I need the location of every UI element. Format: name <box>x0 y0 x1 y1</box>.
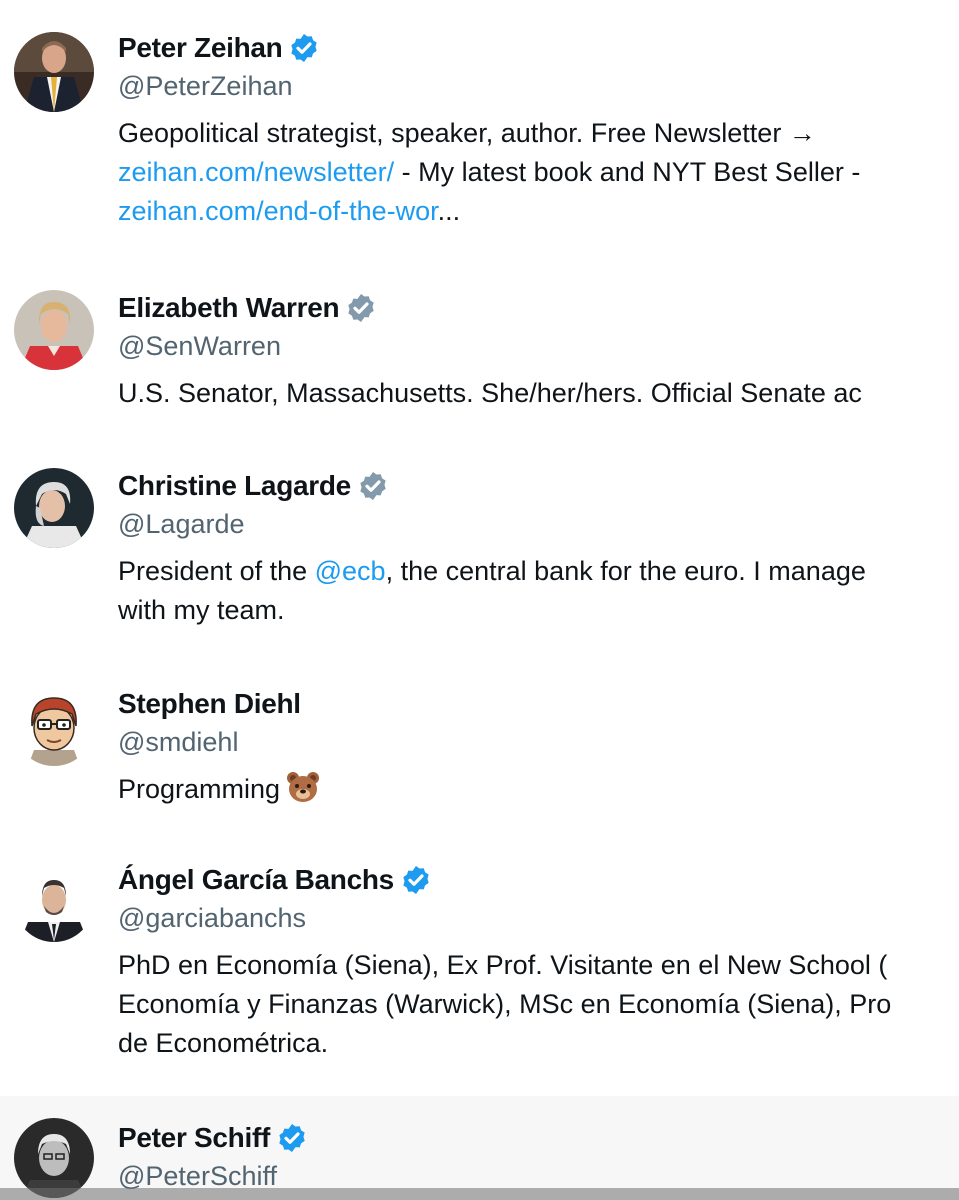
bio-text: Geopolitical strategist, speaker, author… <box>118 118 816 148</box>
bio-line: zeihan.com/newsletter/ - My latest book … <box>118 153 959 192</box>
user-cell[interactable]: Stephen Diehl @smdiehl Programming <box>0 684 959 819</box>
user-bio: U.S. Senator, Massachusetts. She/her/her… <box>118 374 959 413</box>
bio-link[interactable]: zeihan.com/newsletter/ <box>118 157 394 187</box>
bio-line: Programming <box>118 770 959 809</box>
avatar[interactable] <box>14 32 94 112</box>
user-name[interactable]: Peter Schiff <box>118 1122 270 1154</box>
bio-text: de Econométrica. <box>118 1028 329 1058</box>
avatar[interactable] <box>14 1118 94 1198</box>
bio-text: President of the <box>118 556 315 586</box>
verified-badge-icon <box>345 292 377 324</box>
user-cell[interactable]: Ángel García Banchs @garciabanchs PhD en… <box>0 860 959 1080</box>
bio-line: de Econométrica. <box>118 1024 959 1063</box>
bio-line: with my team. <box>118 591 959 630</box>
verified-badge-icon <box>400 864 432 896</box>
bio-line: PhD en Economía (Siena), Ex Prof. Visita… <box>118 946 959 985</box>
avatar[interactable] <box>14 686 94 766</box>
bio-text: Programming <box>118 774 281 804</box>
bio-text: with my team. <box>118 595 285 625</box>
user-bio: President of the @ecb, the central bank … <box>118 552 959 630</box>
bio-text: , the central bank for the euro. I manag… <box>385 556 866 586</box>
user-handle[interactable]: @Lagarde <box>118 504 959 544</box>
verified-badge-icon <box>276 1122 308 1154</box>
user-handle[interactable]: @garciabanchs <box>118 898 959 938</box>
bio-text: PhD en Economía (Siena), Ex Prof. Visita… <box>118 950 888 980</box>
user-name[interactable]: Ángel García Banchs <box>118 864 394 896</box>
user-cell[interactable]: Christine Lagarde @Lagarde President of … <box>0 466 959 646</box>
bio-text: - My latest book and NYT Best Seller - <box>394 157 861 187</box>
user-handle[interactable]: @PeterZeihan <box>118 66 959 106</box>
user-bio: Geopolitical strategist, speaker, author… <box>118 114 959 231</box>
avatar[interactable] <box>14 468 94 548</box>
avatar[interactable] <box>14 862 94 942</box>
bio-text: ... <box>437 196 461 226</box>
bio-mention-link[interactable]: @ecb <box>315 556 386 586</box>
user-bio: PhD en Economía (Siena), Ex Prof. Visita… <box>118 946 959 1063</box>
verified-badge-icon <box>288 32 320 64</box>
bio-text: Economía y Finanzas (Warwick), MSc en Ec… <box>118 989 892 1019</box>
user-name[interactable]: Christine Lagarde <box>118 470 351 502</box>
bio-line: U.S. Senator, Massachusetts. She/her/her… <box>118 374 959 413</box>
bio-line: President of the @ecb, the central bank … <box>118 552 959 591</box>
user-cell[interactable]: Elizabeth Warren @SenWarren U.S. Senator… <box>0 288 959 428</box>
user-handle[interactable]: @smdiehl <box>118 722 959 762</box>
bio-text: U.S. Senator, Massachusetts. She/her/her… <box>118 378 862 408</box>
bio-line: Economía y Finanzas (Warwick), MSc en Ec… <box>118 985 959 1024</box>
who-to-follow-list: Peter Zeihan @PeterZeihan Geopolitical s… <box>0 0 959 1200</box>
user-name[interactable]: Peter Zeihan <box>118 32 283 64</box>
bio-line: zeihan.com/end-of-the-wor... <box>118 192 959 231</box>
user-cell[interactable]: Peter Schiff @PeterSchiff <box>0 1096 959 1200</box>
bottom-action-bar <box>0 1188 959 1200</box>
user-bio: Programming <box>118 770 959 809</box>
bio-line: Geopolitical strategist, speaker, author… <box>118 114 959 153</box>
avatar[interactable] <box>14 290 94 370</box>
user-name[interactable]: Elizabeth Warren <box>118 292 340 324</box>
bear-face-emoji <box>286 770 320 804</box>
bio-link[interactable]: zeihan.com/end-of-the-wor <box>118 196 438 226</box>
verified-badge-icon <box>357 470 389 502</box>
user-cell[interactable]: Peter Zeihan @PeterZeihan Geopolitical s… <box>0 28 959 243</box>
user-name[interactable]: Stephen Diehl <box>118 688 301 720</box>
user-handle[interactable]: @SenWarren <box>118 326 959 366</box>
